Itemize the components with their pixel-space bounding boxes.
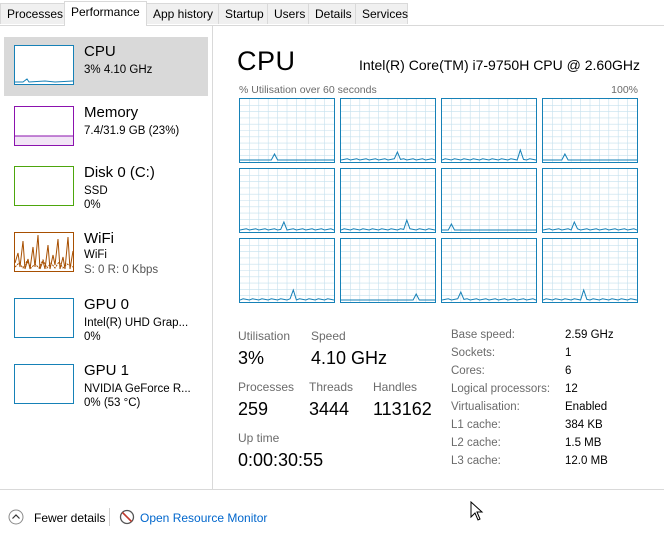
spec-label: Virtualisation: — [451, 401, 520, 413]
graph-max-label: 100% — [611, 84, 638, 96]
sidebar-item-disk-0[interactable]: Disk 0 (C:) SSD 0% — [4, 158, 208, 217]
spec-value: 12 — [565, 383, 578, 395]
sidebar-item-name: WiFi — [84, 230, 114, 247]
logical-processor-graph — [239, 98, 335, 163]
graph-axis-label: % Utilisation over 60 seconds — [239, 84, 377, 96]
sidebar-item-detail: S: 0 R: 0 Kbps — [84, 264, 159, 276]
threads-label: Threads — [309, 380, 354, 394]
logical-processor-graph — [441, 238, 537, 303]
page-title: CPU — [237, 46, 296, 76]
logical-processor-graph — [441, 168, 537, 233]
sidebar-item-name: GPU 0 — [84, 296, 130, 313]
spec-value: 384 KB — [565, 419, 603, 431]
spec-value: 2.59 GHz — [565, 329, 614, 341]
sidebar-item-memory[interactable]: Memory 7.4/31.9 GB (23%) — [4, 98, 208, 157]
sidebar-item-type: SSD — [84, 185, 108, 197]
sidebar-item-detail: 0% — [84, 331, 101, 343]
spec-label: Logical processors: — [451, 383, 551, 395]
cpu-thumbnail-line — [15, 78, 74, 83]
handles-value: 113162 — [373, 399, 432, 419]
chevron-up-icon[interactable] — [8, 509, 24, 525]
footer-bar: Fewer details Open Resource Monitor — [0, 489, 664, 542]
utilisation-value: 3% — [238, 348, 265, 368]
logical-processor-graph — [542, 168, 638, 233]
speed-value: 4.10 GHz — [311, 348, 388, 368]
logical-processor-graph — [340, 98, 436, 163]
uptime-value: 0:00:30:55 — [238, 450, 324, 470]
spec-label: Sockets: — [451, 347, 496, 359]
processes-label: Processes — [238, 380, 295, 394]
memory-thumbnail-fill — [15, 135, 73, 145]
logical-processor-graph — [542, 98, 638, 163]
speed-label: Speed — [311, 329, 346, 343]
mouse-cursor-icon — [470, 500, 484, 521]
spec-label: Base speed: — [451, 329, 515, 341]
fewer-details-button[interactable]: Fewer details — [34, 511, 105, 525]
spec-value: 1.5 MB — [565, 437, 602, 449]
tab-users[interactable]: Users — [267, 3, 309, 24]
tab-bar: Processes Performance App history Startu… — [0, 0, 664, 26]
sidebar-item-type: NVIDIA GeForce R... — [84, 383, 191, 395]
spec-label: L3 cache: — [451, 455, 501, 467]
spec-label: L2 cache: — [451, 437, 501, 449]
sidebar-item-cpu[interactable]: CPU 3% 4.10 GHz — [4, 37, 208, 96]
gpu-0-thumbnail-graph — [14, 298, 74, 338]
logical-processor-graph — [239, 168, 335, 233]
gpu-1-thumbnail-graph — [14, 364, 74, 404]
sidebar-item-gpu-0[interactable]: GPU 0 Intel(R) UHD Grap... 0% — [4, 290, 208, 349]
open-resource-monitor-link[interactable]: Open Resource Monitor — [140, 511, 267, 525]
sidebar-item-name: Memory — [84, 104, 139, 121]
spec-value: 1 — [565, 347, 572, 359]
tab-startup[interactable]: Startup — [218, 3, 268, 24]
wifi-thumbnail-graph — [14, 232, 74, 272]
sidebar-item-type: Intel(R) UHD Grap... — [84, 317, 189, 329]
sidebar-item-gpu-1[interactable]: GPU 1 NVIDIA GeForce R... 0% (53 °C) — [4, 356, 208, 415]
resource-sidebar: CPU 3% 4.10 GHz Memory 7.4/31.9 GB (23%)… — [0, 26, 213, 489]
tab-details[interactable]: Details — [308, 3, 356, 24]
utilisation-label: Utilisation — [238, 329, 291, 343]
logical-processor-graph — [340, 238, 436, 303]
sidebar-item-name: Disk 0 (C:) — [84, 164, 155, 181]
spec-label: Cores: — [451, 365, 485, 377]
uptime-label: Up time — [238, 431, 280, 445]
sidebar-item-type: WiFi — [84, 249, 107, 261]
sidebar-item-name: CPU — [84, 43, 116, 60]
processes-value: 259 — [238, 399, 269, 419]
logical-processor-graph — [239, 238, 335, 303]
tab-performance[interactable]: Performance — [64, 1, 147, 26]
sidebar-item-detail: 7.4/31.9 GB (23%) — [84, 125, 180, 137]
logical-processor-graphs — [239, 98, 639, 304]
resource-monitor-icon[interactable] — [119, 509, 135, 525]
sidebar-item-detail: 3% 4.10 GHz — [84, 64, 153, 76]
footer-divider — [109, 508, 110, 526]
logical-processor-graph — [340, 168, 436, 233]
disk-thumbnail-graph — [14, 166, 74, 206]
wifi-thumbnail-line — [14, 234, 74, 270]
cpu-thumbnail-graph — [14, 45, 74, 85]
sidebar-item-detail: 0% — [84, 199, 101, 211]
logical-processor-graph — [441, 98, 537, 163]
sidebar-item-name: GPU 1 — [84, 362, 130, 379]
cpu-model-name: Intel(R) Core(TM) i7-9750H CPU @ 2.60GHz — [358, 57, 640, 73]
logical-processor-graph — [542, 238, 638, 303]
tab-app-history[interactable]: App history — [146, 3, 219, 24]
memory-thumbnail-graph — [14, 106, 74, 146]
threads-value: 3444 — [309, 399, 350, 419]
spec-value: 6 — [565, 365, 572, 377]
tab-services[interactable]: Services — [355, 3, 408, 24]
spec-value: 12.0 MB — [565, 455, 608, 467]
spec-value: Enabled — [565, 401, 608, 413]
handles-label: Handles — [373, 380, 418, 394]
sidebar-item-detail: 0% (53 °C) — [84, 397, 141, 409]
sidebar-item-wifi[interactable]: WiFi WiFi S: 0 R: 0 Kbps — [4, 224, 208, 283]
spec-label: L1 cache: — [451, 419, 501, 431]
tab-processes[interactable]: Processes — [0, 3, 65, 24]
